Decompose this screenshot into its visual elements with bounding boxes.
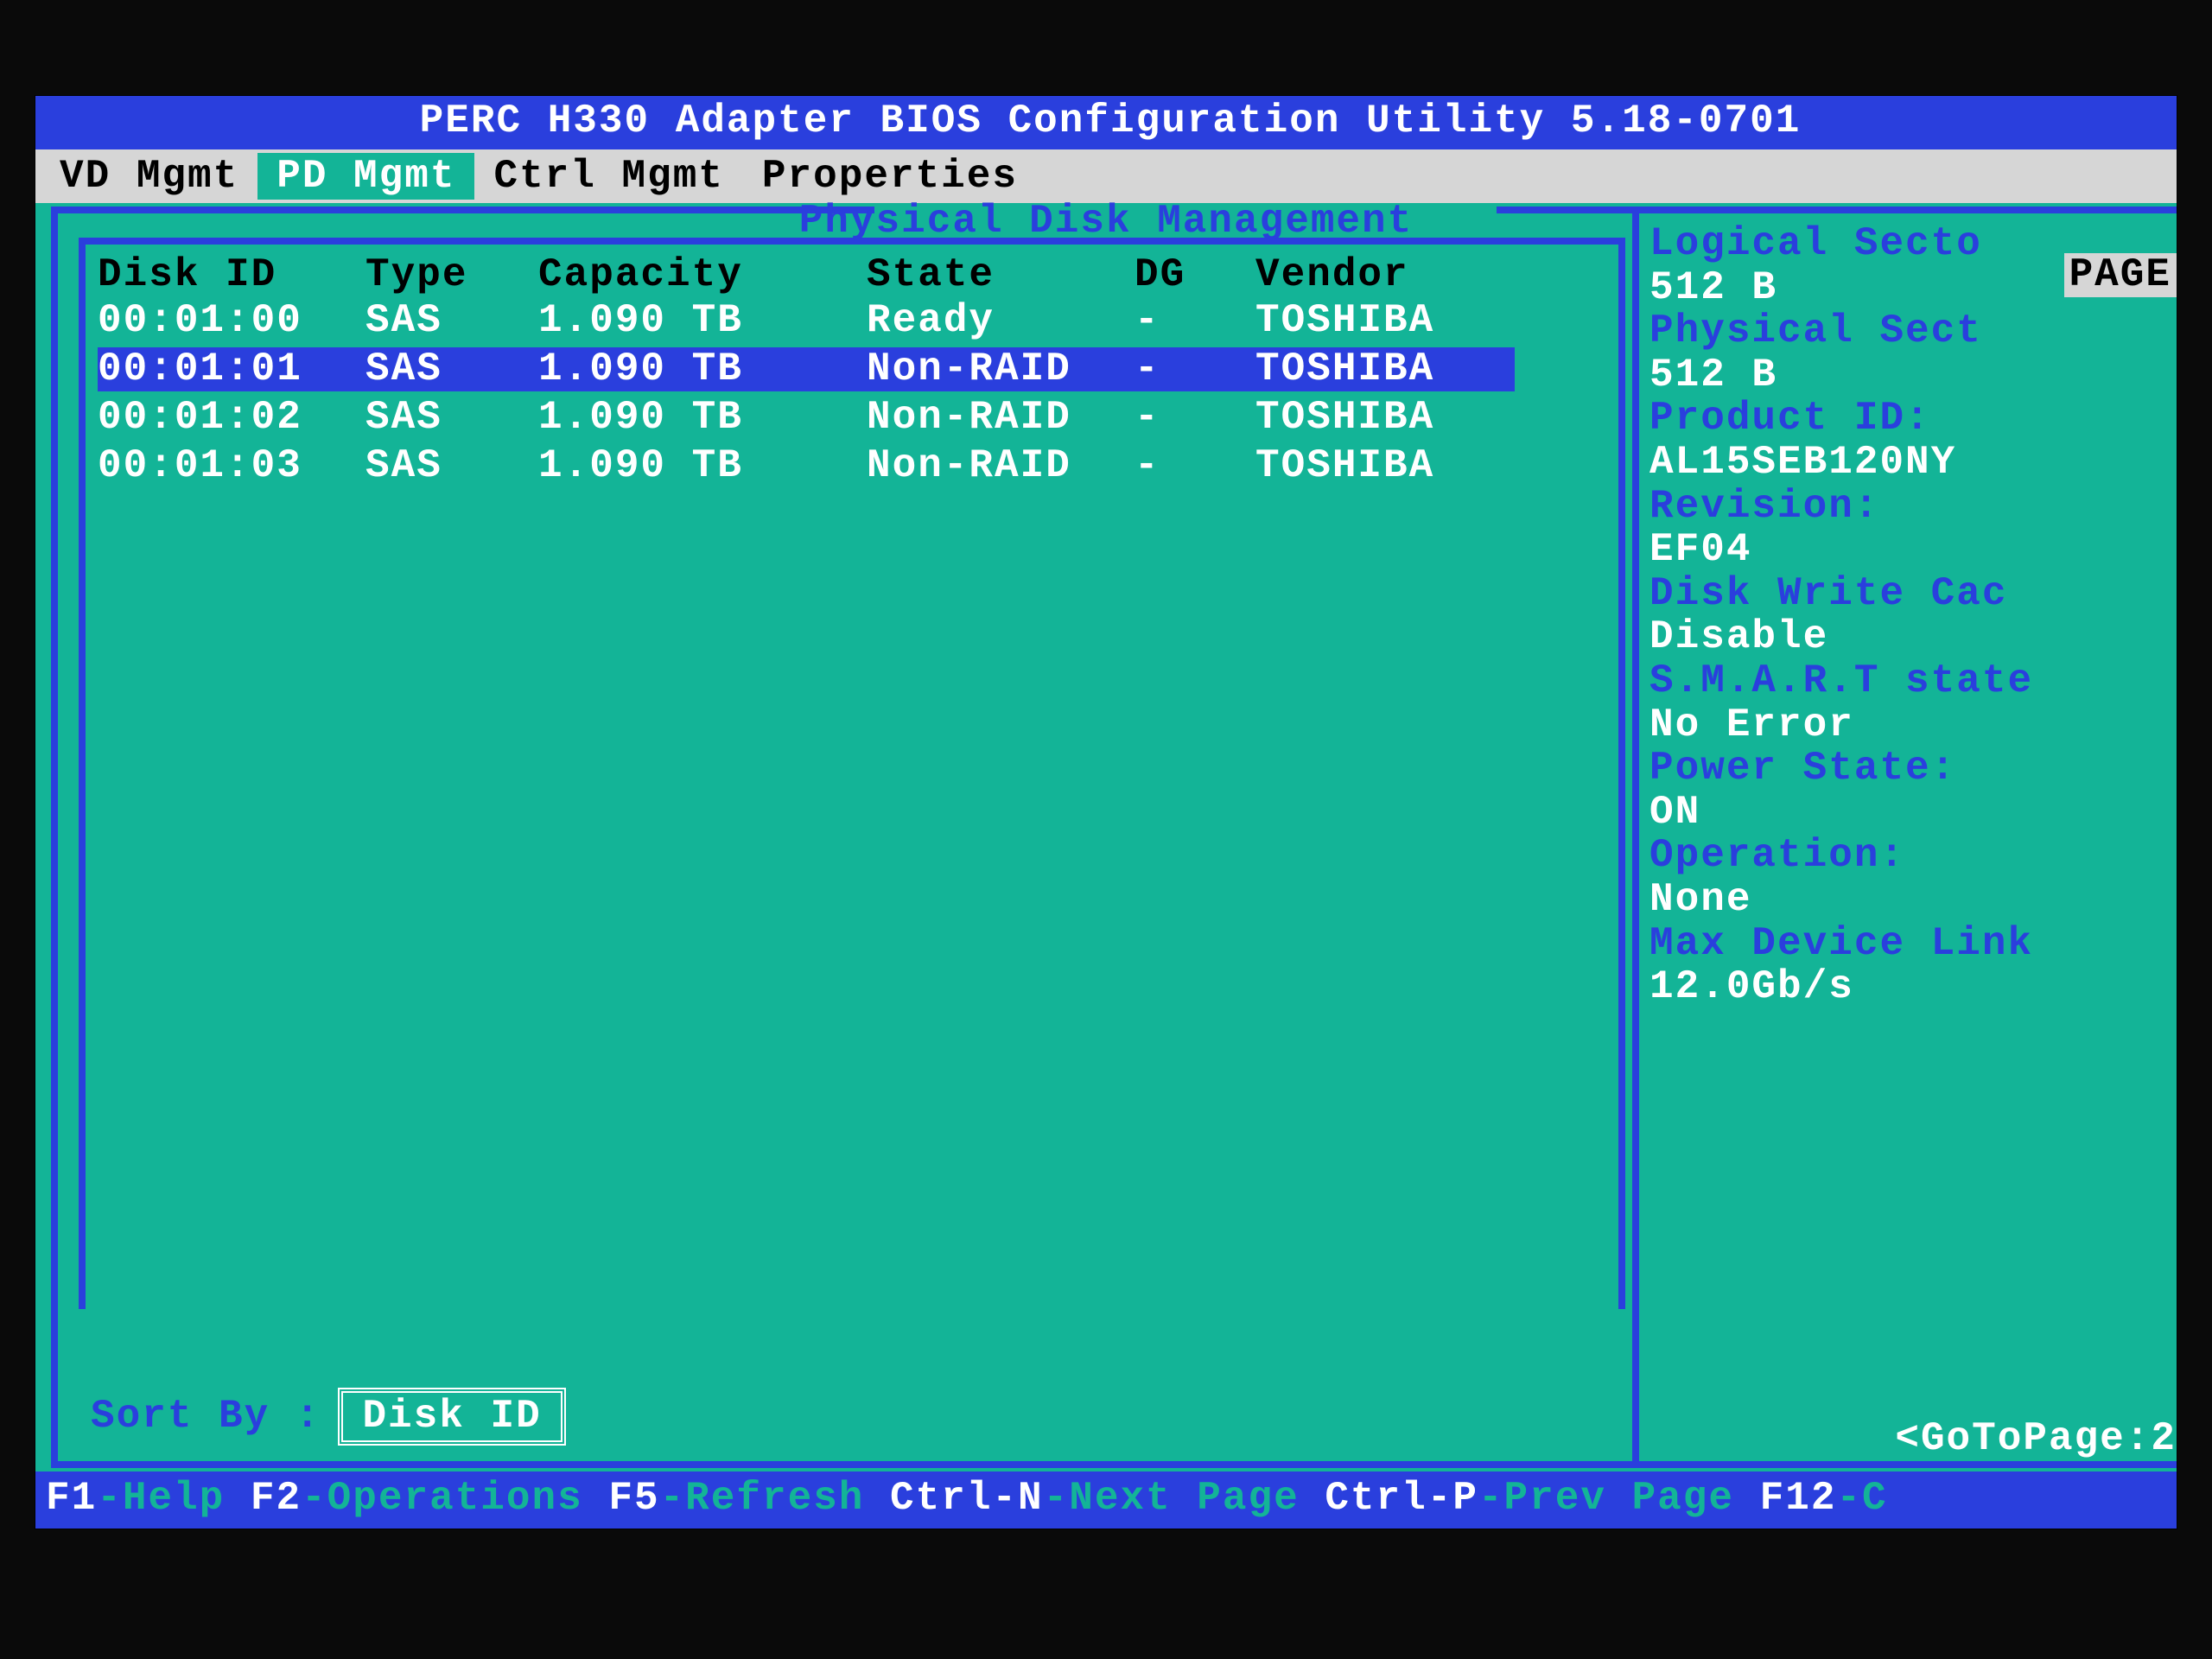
cell-dg: - [1135,347,1255,391]
prop-label-revision: Revision: [1649,485,2177,529]
sort-by-label: Sort By : [91,1395,321,1439]
key-f12: F12 [1760,1476,1837,1521]
prop-label-operation: Operation: [1649,834,2177,878]
table-row[interactable]: 00:01:03 SAS 1.090 TB Non-RAID - TOSHIBA [98,442,1613,491]
title-bar: PERC H330 Adapter BIOS Configuration Uti… [35,96,2177,149]
properties-pane: PAGE Logical Secto 512 B Physical Sect 5… [1632,213,2177,1461]
cell-vendor: TOSHIBA [1255,396,1515,440]
prop-value-power-state: ON [1649,791,2177,835]
cell-type: SAS [365,347,538,391]
sort-by-value[interactable]: Disk ID [338,1388,565,1446]
table-row[interactable]: 00:01:01 SAS 1.090 TB Non-RAID - TOSHIBA [98,346,1613,394]
column-headers: Disk ID Type Capacity State DG Vendor [98,253,1613,297]
key-ctrl-n: Ctrl-N [890,1476,1044,1521]
desc-f5: -Refresh [660,1476,890,1521]
sort-by-box: Sort By : Disk ID [91,1388,566,1446]
status-bar: F1-Help F2-Operations F5-Refresh Ctrl-N-… [35,1471,2177,1529]
cell-capacity: 1.090 TB [538,396,867,440]
col-state: State [867,253,1135,297]
cell-state: Non-RAID [867,396,1135,440]
tab-ctrl-mgmt[interactable]: Ctrl Mgmt [474,153,742,200]
bios-screen: PERC H330 Adapter BIOS Configuration Uti… [35,95,2177,1529]
cell-state: Non-RAID [867,347,1135,391]
key-ctrl-p: Ctrl-P [1325,1476,1478,1521]
prop-label-product-id: Product ID: [1649,397,2177,441]
col-type: Type [365,253,538,297]
prop-label-physical-sector: Physical Sect [1649,309,2177,353]
tab-vd-mgmt[interactable]: VD Mgmt [41,153,257,200]
cell-disk-id: 00:01:01 [98,347,365,391]
prop-value-operation: None [1649,878,2177,922]
desc-ctrl-p: -Prev Page [1478,1476,1760,1521]
prop-value-revision: EF04 [1649,528,2177,572]
cell-capacity: 1.090 TB [538,444,867,488]
prop-value-product-id: AL15SEB120NY [1649,441,2177,485]
title-text: PERC H330 Adapter BIOS Configuration Uti… [420,99,1802,143]
cell-disk-id: 00:01:00 [98,299,365,343]
prop-label-power-state: Power State: [1649,747,2177,791]
page-indicator: PAGE [2064,253,2177,297]
prop-label-disk-write-cache: Disk Write Cac [1649,572,2177,616]
cell-type: SAS [365,299,538,343]
cell-vendor: TOSHIBA [1255,347,1515,391]
prop-label-max-link: Max Device Link [1649,922,2177,966]
disk-list-pane: Disk ID Type Capacity State DG Vendor 00… [79,238,1625,1309]
prop-value-disk-write-cache: Disable [1649,615,2177,659]
tab-properties[interactable]: Properties [743,153,1037,200]
desc-f1: -Help [97,1476,251,1521]
col-dg: DG [1135,253,1255,297]
desc-ctrl-n: -Next Page [1044,1476,1325,1521]
table-row[interactable]: 00:01:00 SAS 1.090 TB Ready - TOSHIBA [98,297,1613,346]
menu-bar: VD Mgmt PD Mgmt Ctrl Mgmt Properties [35,149,2177,203]
cell-vendor: TOSHIBA [1255,299,1515,343]
cell-type: SAS [365,396,538,440]
cell-type: SAS [365,444,538,488]
table-row[interactable]: 00:01:02 SAS 1.090 TB Non-RAID - TOSHIBA [98,394,1613,442]
desc-f2: -Operations [302,1476,608,1521]
cell-state: Ready [867,299,1135,343]
cell-disk-id: 00:01:02 [98,396,365,440]
prop-value-max-link: 12.0Gb/s [1649,965,2177,1009]
main-frame: Disk ID Type Capacity State DG Vendor 00… [51,207,2177,1468]
cell-dg: - [1135,396,1255,440]
prop-label-smart: S.M.A.R.T state [1649,659,2177,703]
cell-dg: - [1135,444,1255,488]
col-vendor: Vendor [1255,253,1515,297]
cell-disk-id: 00:01:03 [98,444,365,488]
col-capacity: Capacity [538,253,867,297]
col-disk-id: Disk ID [98,253,365,297]
tab-pd-mgmt[interactable]: PD Mgmt [257,153,474,200]
goto-page-hint: <GoToPage:2 [1895,1417,2177,1461]
cell-vendor: TOSHIBA [1255,444,1515,488]
cell-state: Non-RAID [867,444,1135,488]
cell-capacity: 1.090 TB [538,347,867,391]
monitor-bezel: PERC H330 Adapter BIOS Configuration Uti… [0,0,2212,1659]
screen-title: Physical Disk Management [35,200,2177,244]
key-f2: F2 [251,1476,302,1521]
prop-value-physical-sector: 512 B [1649,353,2177,397]
prop-value-smart: No Error [1649,703,2177,747]
key-f1: F1 [46,1476,97,1521]
desc-f12: -C [1836,1476,1887,1521]
cell-capacity: 1.090 TB [538,299,867,343]
key-f5: F5 [608,1476,659,1521]
cell-dg: - [1135,299,1255,343]
